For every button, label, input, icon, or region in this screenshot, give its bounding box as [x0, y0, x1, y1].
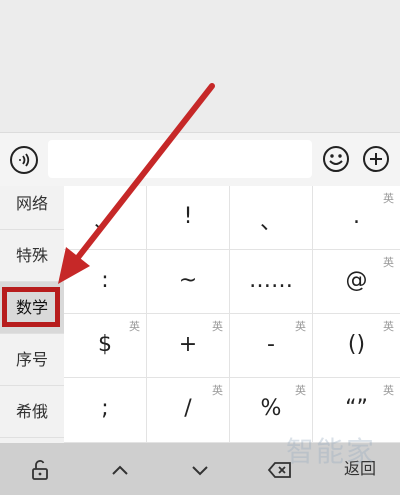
key-tag: 英 — [383, 256, 394, 269]
symbol-key[interactable]: $ 英 — [64, 314, 147, 378]
key-symbol: 、 — [259, 210, 282, 235]
key-symbol: + — [178, 332, 198, 357]
key-symbol: …… — [249, 268, 293, 293]
key-symbol: : — [101, 268, 109, 293]
key-symbol: @ — [345, 268, 368, 293]
symbol-key[interactable]: …… — [230, 250, 313, 314]
symbol-key[interactable]: 、 — [230, 186, 313, 250]
key-symbol: $ — [98, 332, 112, 357]
key-symbol: - — [267, 332, 275, 357]
chevron-down-icon[interactable] — [160, 443, 240, 495]
message-input[interactable] — [48, 140, 312, 178]
key-symbol: / — [184, 396, 192, 421]
symbol-key[interactable]: .英 — [313, 186, 400, 250]
key-symbol: () — [347, 332, 366, 357]
symbol-key[interactable]: + 英 — [147, 314, 230, 378]
key-tag: 英 — [383, 192, 394, 205]
voice-wave-icon[interactable] — [10, 146, 38, 174]
key-symbol: . — [353, 204, 360, 229]
symbol-key[interactable]: / 英 — [147, 378, 230, 443]
symbol-key[interactable]: ! — [147, 186, 230, 250]
key-symbol: ~ — [178, 268, 198, 293]
symbol-key[interactable]: () 英 — [313, 314, 400, 378]
key-tag: 英 — [295, 384, 306, 397]
chevron-up-icon[interactable] — [80, 443, 160, 495]
category-special[interactable]: 特殊 — [0, 230, 64, 282]
key-symbol: ! — [183, 204, 193, 229]
symbol-key[interactable]: ; — [64, 378, 147, 443]
key-symbol: “” — [345, 396, 368, 421]
key-symbol: ; — [101, 396, 109, 421]
key-tag: 英 — [295, 320, 306, 333]
key-tag: 英 — [129, 320, 140, 333]
key-symbol: 、 — [93, 210, 116, 235]
key-tag: 英 — [212, 384, 223, 397]
key-tag: 英 — [383, 320, 394, 333]
plus-icon[interactable] — [362, 145, 390, 173]
symbol-key[interactable]: -英 — [230, 314, 313, 378]
symbol-key[interactable]: @ 英 — [313, 250, 400, 314]
category-ordinal[interactable]: 序号 — [0, 334, 64, 386]
unlock-icon[interactable] — [0, 443, 80, 495]
category-list: 网络 特殊 数学 序号 希俄 — [0, 186, 65, 443]
category-network[interactable]: 网络 — [0, 178, 64, 230]
key-tag: 英 — [383, 384, 394, 397]
symbol-key[interactable]: : — [64, 250, 147, 314]
watermark: 智能家 — [286, 435, 377, 468]
key-symbol: % — [260, 396, 282, 421]
category-greek-russian[interactable]: 希俄 — [0, 386, 64, 438]
symbol-key[interactable]: 、 — [64, 186, 147, 250]
symbol-key[interactable]: ~ — [147, 250, 230, 314]
highlight-box — [2, 287, 60, 327]
smiley-icon[interactable] — [322, 145, 350, 173]
app-content-area — [0, 0, 400, 132]
key-tag: 英 — [212, 320, 223, 333]
symbol-keyboard: 网络 特殊 数学 序号 希俄 、 ! 、 .英 : ~ …… @ 英 $ 英 + 英 … — [0, 186, 400, 443]
